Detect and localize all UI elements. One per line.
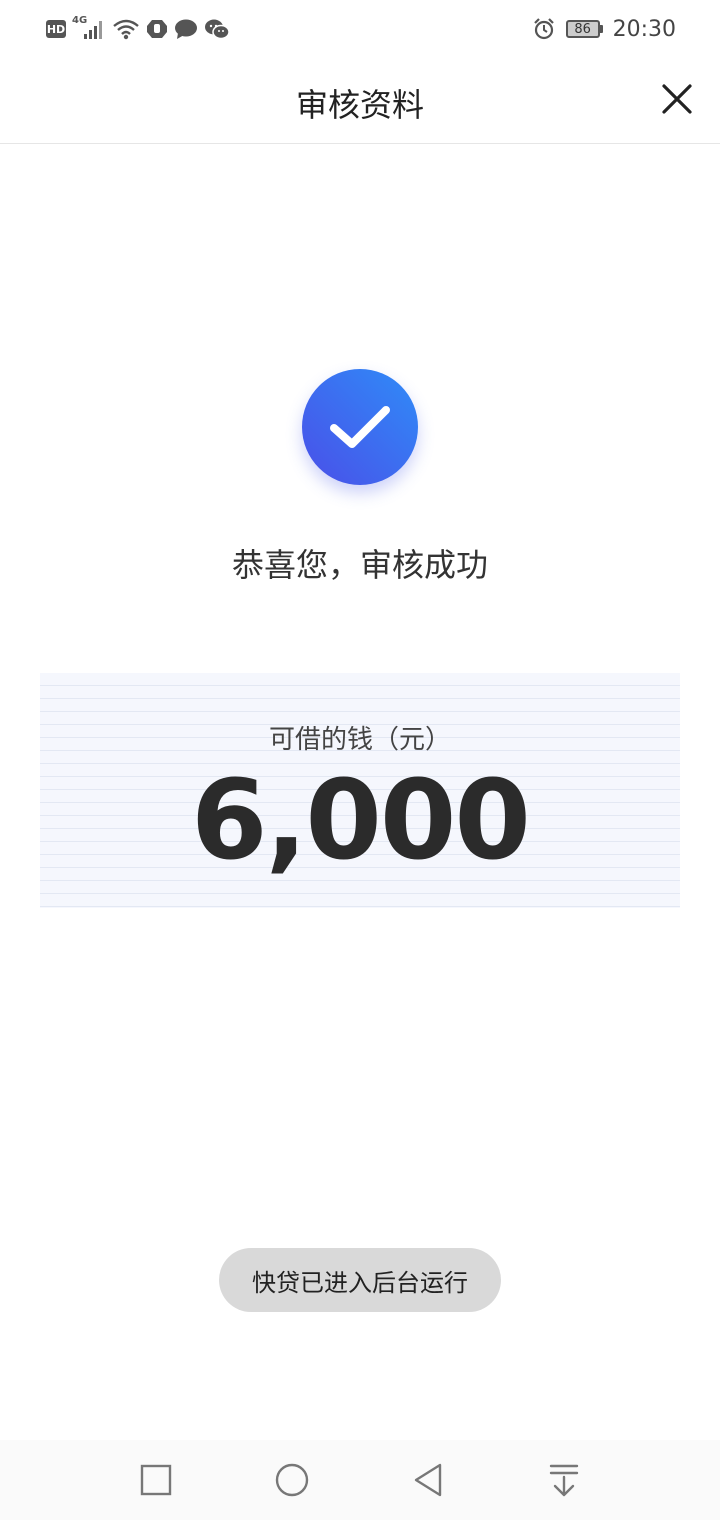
back-icon bbox=[414, 1463, 442, 1497]
hd-icon: HD bbox=[46, 20, 66, 38]
status-time: 20:30 bbox=[612, 16, 676, 42]
status-bar: HD 4G 86 20:30 bbox=[0, 0, 720, 58]
close-button[interactable] bbox=[660, 82, 694, 116]
system-nav-bar bbox=[0, 1440, 720, 1520]
background-running-toast: 快贷已进入后台运行 bbox=[219, 1248, 501, 1312]
loan-amount-label: 可借的钱（元） bbox=[268, 725, 451, 755]
home-icon bbox=[275, 1463, 309, 1497]
checkmark-icon bbox=[330, 406, 390, 448]
page-title: 审核资料 bbox=[295, 86, 424, 124]
notification-shade-icon bbox=[549, 1464, 579, 1497]
signal-icon: 4G bbox=[72, 15, 106, 41]
home-button[interactable] bbox=[270, 1460, 314, 1500]
battery-icon: 86 bbox=[565, 20, 603, 38]
wechat-icon bbox=[205, 19, 230, 40]
loan-amount-value: 6,000 bbox=[191, 756, 531, 884]
success-badge bbox=[302, 369, 418, 485]
alarm-icon bbox=[533, 18, 554, 40]
shield-icon bbox=[147, 20, 167, 38]
status-bar-right: 86 20:30 bbox=[532, 14, 676, 44]
status-bar-left: HD 4G bbox=[46, 14, 230, 44]
close-icon bbox=[662, 84, 692, 114]
message-icon bbox=[175, 19, 197, 39]
recent-apps-button[interactable] bbox=[134, 1460, 178, 1500]
recent-apps-icon bbox=[140, 1464, 172, 1496]
back-button[interactable] bbox=[406, 1460, 450, 1500]
loan-amount-panel: 可借的钱（元） 6,000 bbox=[40, 673, 680, 908]
page-header: 审核资料 bbox=[0, 58, 720, 144]
battery-level: 86 bbox=[565, 20, 600, 38]
success-message: 恭喜您，审核成功 bbox=[231, 546, 488, 584]
wifi-icon bbox=[113, 19, 139, 40]
notification-shade-button[interactable] bbox=[542, 1460, 586, 1500]
network-type-label: 4G bbox=[72, 15, 88, 26]
